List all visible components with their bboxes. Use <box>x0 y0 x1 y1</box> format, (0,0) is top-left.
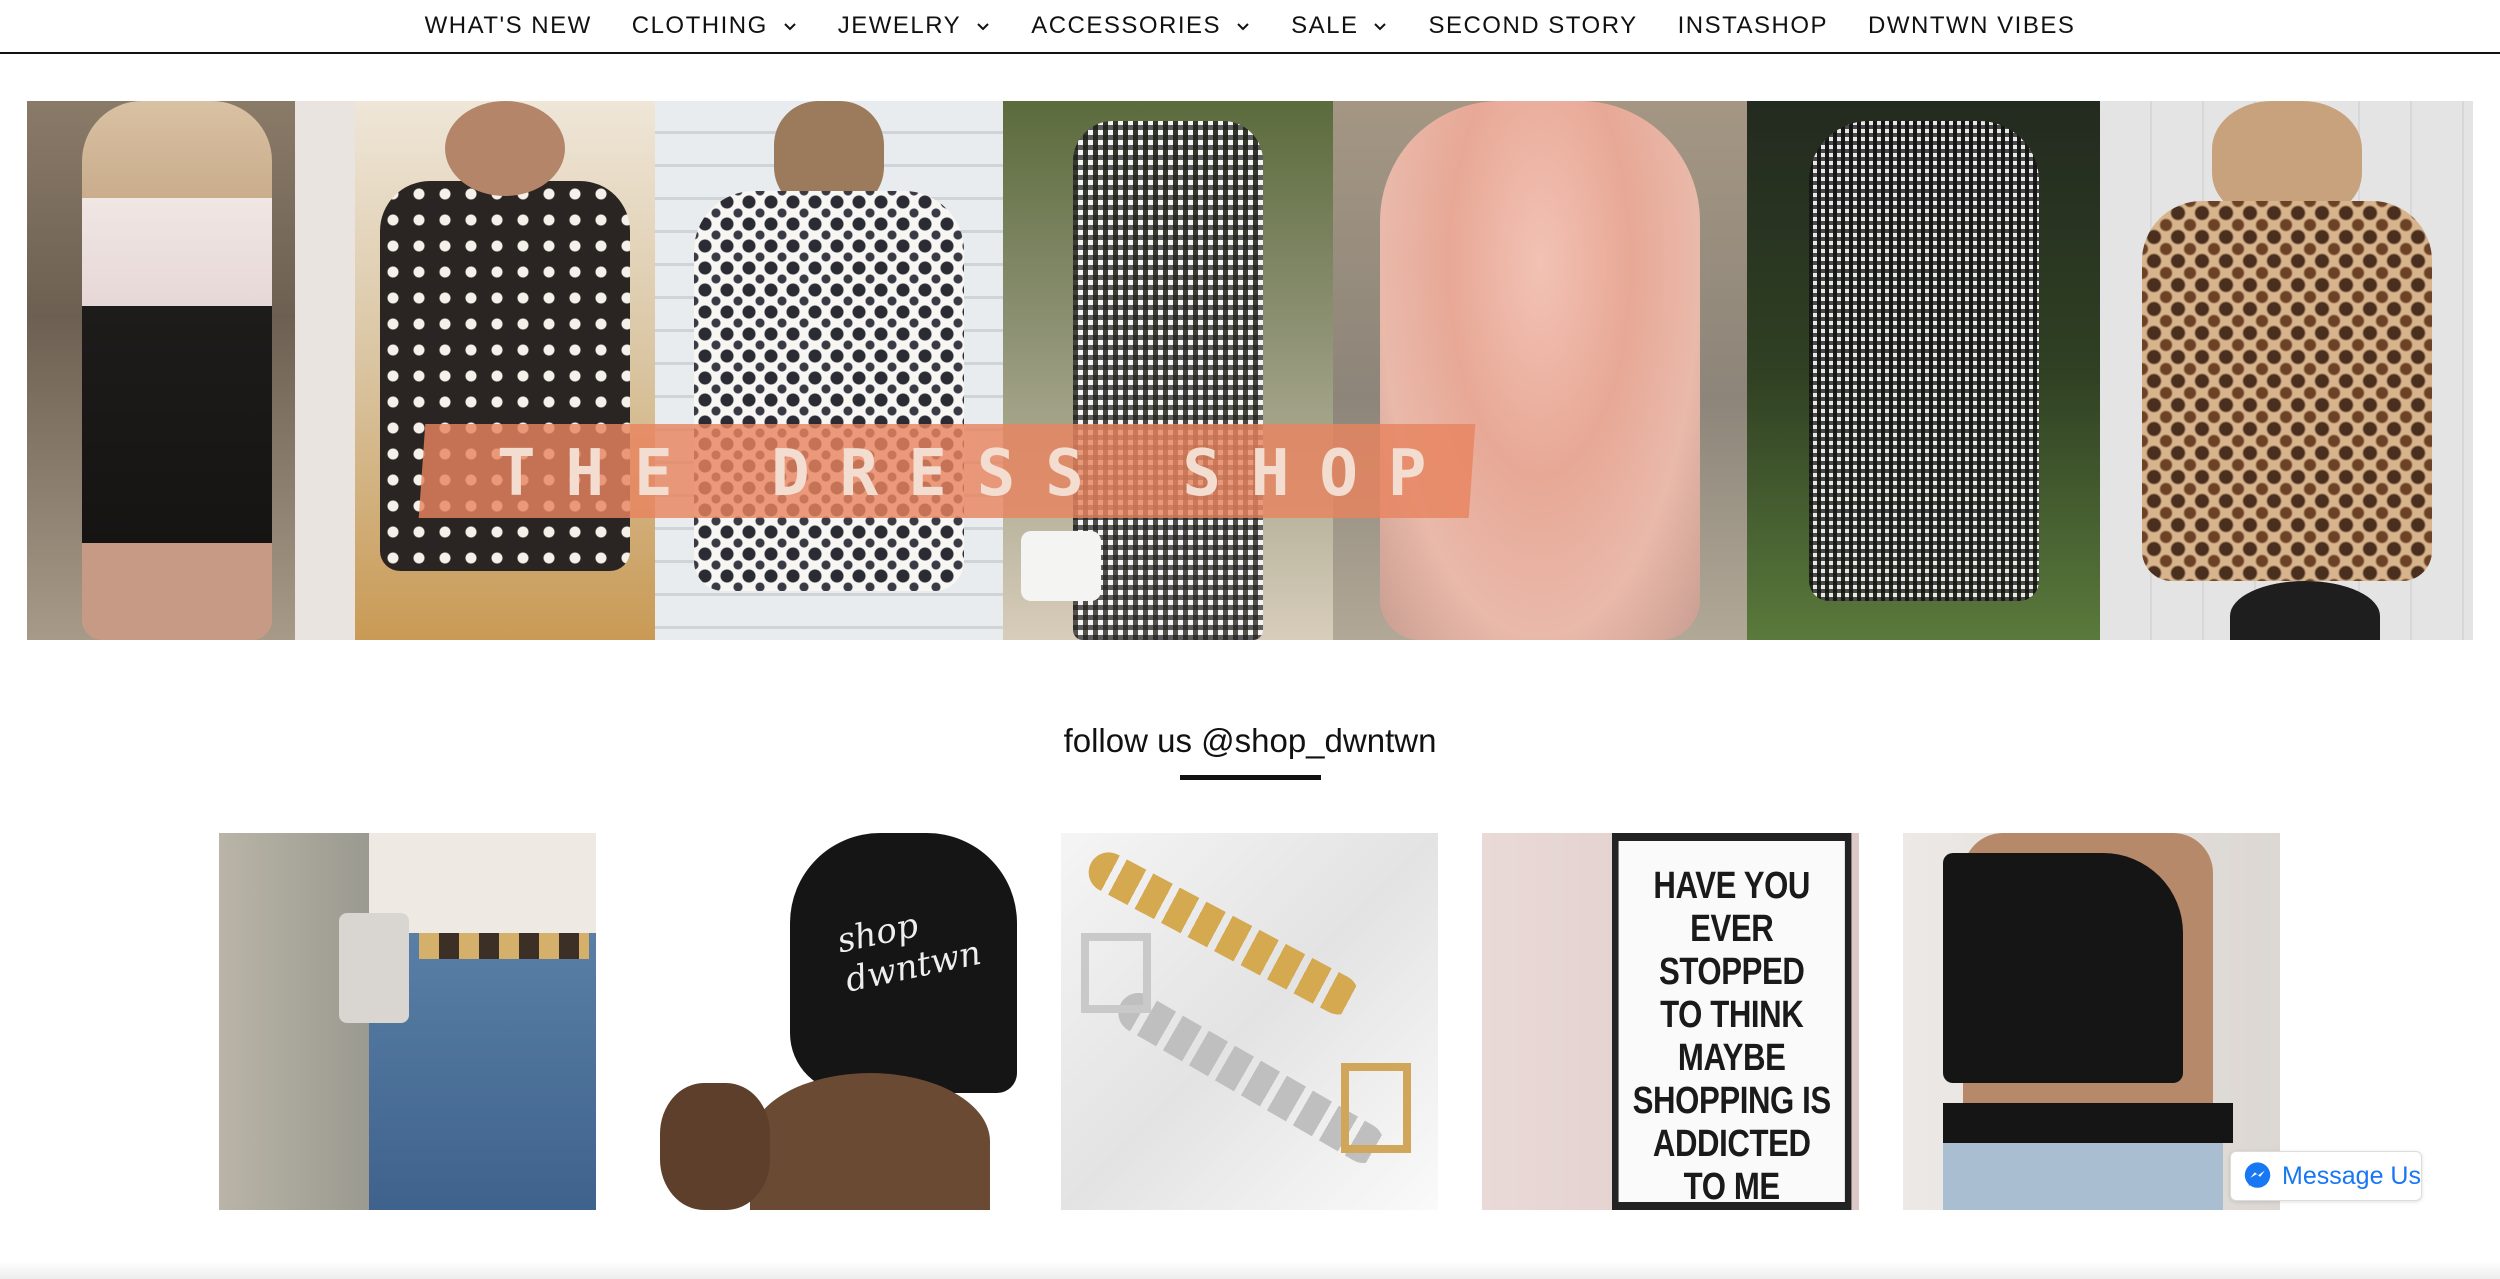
nav-item-label: JEWELRY <box>837 12 962 39</box>
nav-item-accessories[interactable]: ACCESSORIES <box>1011 1 1271 51</box>
hero-photo-black-romper <box>27 101 355 640</box>
instagram-post-chain-belts[interactable] <box>1061 833 1438 1210</box>
hero-photo-leopard-dress <box>2100 101 2473 640</box>
hero-banner-title: THE DRESS SHOP <box>497 437 1457 511</box>
hero-photo-floral-dress <box>655 101 1003 640</box>
nav-item-label: WHAT'S NEW <box>424 12 592 39</box>
nav-item-label: SALE <box>1291 12 1359 39</box>
shopping-sign: HAVE YOU EVER STOPPED TO THINK MAYBE SHO… <box>1612 833 1852 1210</box>
chevron-down-icon <box>1237 23 1249 31</box>
nav-item-label: CLOTHING <box>631 12 768 39</box>
nav-item-label: INSTASHOP <box>1677 12 1829 39</box>
hero-photo-pink-ruffle-dress <box>1333 101 1747 640</box>
hero-photo-polka-dot-dress <box>355 101 655 640</box>
instagram-post-shopping-sign[interactable]: HAVE YOU EVER STOPPED TO THINK MAYBE SHO… <box>1482 833 1859 1210</box>
instagram-post-black-cap[interactable]: shop dwntwn <box>640 833 1017 1210</box>
chevron-down-icon <box>1374 23 1387 31</box>
nav-item-label: DWNTWN VIBES <box>1868 12 2076 39</box>
nav-item-jewelry[interactable]: JEWELRY <box>818 1 1011 51</box>
sign-line: SHOPPING IS <box>1632 1080 1831 1122</box>
messenger-icon <box>2244 1162 2271 1188</box>
nav-item-dwntwn-vibes[interactable]: DWNTWN VIBES <box>1848 1 2095 51</box>
instagram-post-black-top[interactable] <box>1903 833 2280 1210</box>
chevron-down-icon <box>977 23 989 31</box>
instagram-heading[interactable]: follow us @shop_dwntwn <box>0 722 2500 760</box>
heading-underline <box>1180 775 1321 780</box>
hero-banner[interactable]: THE DRESS SHOP <box>27 101 2473 640</box>
sign-line: ADDICTED <box>1652 1123 1811 1165</box>
nav-item-second-story[interactable]: SECOND STORY <box>1408 1 1657 51</box>
sign-line: TO ME <box>1683 1166 1780 1208</box>
instagram-post-belt-jeans[interactable] <box>219 833 596 1210</box>
sign-line: MAYBE <box>1677 1037 1786 1079</box>
sign-line: TO THINK <box>1660 994 1804 1036</box>
chevron-down-icon <box>784 23 796 31</box>
message-us-button[interactable]: Message Us <box>2230 1151 2422 1201</box>
nav-item-whats-new[interactable]: WHAT'S NEW <box>405 1 612 51</box>
sign-line: EVER STOPPED <box>1658 908 1805 993</box>
sign-line: HAVE YOU <box>1653 865 1811 907</box>
message-us-label: Message Us <box>2282 1161 2421 1190</box>
nav-item-label: SECOND STORY <box>1428 12 1638 39</box>
nav-item-sale[interactable]: SALE <box>1271 1 1408 51</box>
nav-item-label: ACCESSORIES <box>1031 12 1222 39</box>
page-bottom-edge <box>0 1262 2500 1279</box>
main-nav: WHAT'S NEW CLOTHING JEWELRY ACCESSORIES … <box>0 0 2500 54</box>
nav-item-instashop[interactable]: INSTASHOP <box>1658 1 1848 51</box>
nav-item-clothing[interactable]: CLOTHING <box>612 1 818 51</box>
hero-photo-gingham-dress <box>1003 101 1333 640</box>
hero-photo-gingham-mini-dress <box>1747 101 2100 640</box>
